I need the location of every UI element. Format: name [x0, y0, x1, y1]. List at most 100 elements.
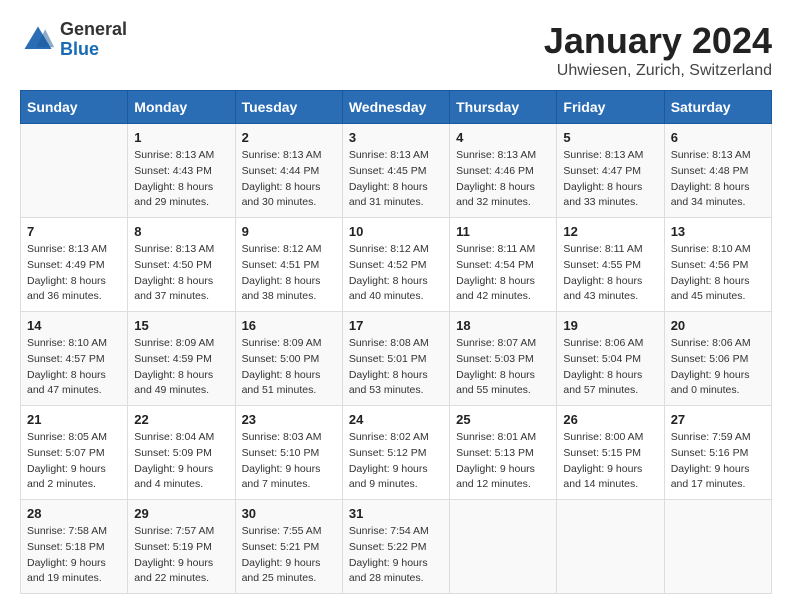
day-info: Sunrise: 8:13 AMSunset: 4:46 PMDaylight:… — [456, 148, 550, 211]
header-monday: Monday — [128, 91, 235, 124]
day-info: Sunrise: 8:13 AMSunset: 4:50 PMDaylight:… — [134, 242, 228, 305]
day-info: Sunrise: 8:01 AMSunset: 5:13 PMDaylight:… — [456, 430, 550, 493]
day-number: 5 — [563, 130, 657, 145]
cell-week3-day6: 20 Sunrise: 8:06 AMSunset: 5:06 PMDaylig… — [664, 312, 771, 406]
day-info: Sunrise: 8:13 AMSunset: 4:45 PMDaylight:… — [349, 148, 443, 211]
day-info: Sunrise: 7:58 AMSunset: 5:18 PMDaylight:… — [27, 524, 121, 587]
header-tuesday: Tuesday — [235, 91, 342, 124]
cell-week5-day4 — [450, 500, 557, 594]
day-number: 19 — [563, 318, 657, 333]
day-number: 25 — [456, 412, 550, 427]
cell-week4-day6: 27 Sunrise: 7:59 AMSunset: 5:16 PMDaylig… — [664, 406, 771, 500]
week-row-3: 14 Sunrise: 8:10 AMSunset: 4:57 PMDaylig… — [21, 312, 772, 406]
week-row-5: 28 Sunrise: 7:58 AMSunset: 5:18 PMDaylig… — [21, 500, 772, 594]
week-row-1: 1 Sunrise: 8:13 AMSunset: 4:43 PMDayligh… — [21, 124, 772, 218]
day-number: 4 — [456, 130, 550, 145]
day-number: 16 — [242, 318, 336, 333]
day-info: Sunrise: 8:09 AMSunset: 5:00 PMDaylight:… — [242, 336, 336, 399]
logo-text: General Blue — [60, 20, 127, 60]
header-thursday: Thursday — [450, 91, 557, 124]
weekday-header-row: Sunday Monday Tuesday Wednesday Thursday… — [21, 91, 772, 124]
header-saturday: Saturday — [664, 91, 771, 124]
day-info: Sunrise: 8:09 AMSunset: 4:59 PMDaylight:… — [134, 336, 228, 399]
week-row-2: 7 Sunrise: 8:13 AMSunset: 4:49 PMDayligh… — [21, 218, 772, 312]
day-number: 28 — [27, 506, 121, 521]
day-info: Sunrise: 8:08 AMSunset: 5:01 PMDaylight:… — [349, 336, 443, 399]
day-number: 13 — [671, 224, 765, 239]
day-number: 18 — [456, 318, 550, 333]
day-number: 3 — [349, 130, 443, 145]
day-info: Sunrise: 7:54 AMSunset: 5:22 PMDaylight:… — [349, 524, 443, 587]
cell-week2-day1: 8 Sunrise: 8:13 AMSunset: 4:50 PMDayligh… — [128, 218, 235, 312]
day-info: Sunrise: 8:12 AMSunset: 4:51 PMDaylight:… — [242, 242, 336, 305]
logo-blue-text: Blue — [60, 40, 127, 60]
day-number: 8 — [134, 224, 228, 239]
day-number: 20 — [671, 318, 765, 333]
page-header: General Blue January 2024 Uhwiesen, Zuri… — [20, 20, 772, 80]
day-number: 27 — [671, 412, 765, 427]
day-number: 29 — [134, 506, 228, 521]
day-info: Sunrise: 8:13 AMSunset: 4:43 PMDaylight:… — [134, 148, 228, 211]
week-row-4: 21 Sunrise: 8:05 AMSunset: 5:07 PMDaylig… — [21, 406, 772, 500]
cell-week1-day2: 2 Sunrise: 8:13 AMSunset: 4:44 PMDayligh… — [235, 124, 342, 218]
logo-icon — [20, 22, 56, 58]
day-number: 2 — [242, 130, 336, 145]
day-number: 21 — [27, 412, 121, 427]
cell-week4-day1: 22 Sunrise: 8:04 AMSunset: 5:09 PMDaylig… — [128, 406, 235, 500]
day-number: 15 — [134, 318, 228, 333]
day-info: Sunrise: 8:10 AMSunset: 4:57 PMDaylight:… — [27, 336, 121, 399]
calendar-table: Sunday Monday Tuesday Wednesday Thursday… — [20, 90, 772, 594]
day-number: 17 — [349, 318, 443, 333]
day-info: Sunrise: 8:13 AMSunset: 4:44 PMDaylight:… — [242, 148, 336, 211]
cell-week4-day2: 23 Sunrise: 8:03 AMSunset: 5:10 PMDaylig… — [235, 406, 342, 500]
day-number: 26 — [563, 412, 657, 427]
day-number: 11 — [456, 224, 550, 239]
title-block: January 2024 Uhwiesen, Zurich, Switzerla… — [544, 20, 772, 80]
cell-week2-day4: 11 Sunrise: 8:11 AMSunset: 4:54 PMDaylig… — [450, 218, 557, 312]
day-number: 12 — [563, 224, 657, 239]
day-number: 7 — [27, 224, 121, 239]
header-wednesday: Wednesday — [342, 91, 449, 124]
day-info: Sunrise: 8:13 AMSunset: 4:49 PMDaylight:… — [27, 242, 121, 305]
cell-week5-day1: 29 Sunrise: 7:57 AMSunset: 5:19 PMDaylig… — [128, 500, 235, 594]
cell-week5-day0: 28 Sunrise: 7:58 AMSunset: 5:18 PMDaylig… — [21, 500, 128, 594]
cell-week1-day3: 3 Sunrise: 8:13 AMSunset: 4:45 PMDayligh… — [342, 124, 449, 218]
cell-week3-day5: 19 Sunrise: 8:06 AMSunset: 5:04 PMDaylig… — [557, 312, 664, 406]
cell-week3-day0: 14 Sunrise: 8:10 AMSunset: 4:57 PMDaylig… — [21, 312, 128, 406]
day-info: Sunrise: 8:10 AMSunset: 4:56 PMDaylight:… — [671, 242, 765, 305]
cell-week2-day3: 10 Sunrise: 8:12 AMSunset: 4:52 PMDaylig… — [342, 218, 449, 312]
cell-week1-day6: 6 Sunrise: 8:13 AMSunset: 4:48 PMDayligh… — [664, 124, 771, 218]
day-number: 6 — [671, 130, 765, 145]
cell-week1-day5: 5 Sunrise: 8:13 AMSunset: 4:47 PMDayligh… — [557, 124, 664, 218]
cell-week3-day3: 17 Sunrise: 8:08 AMSunset: 5:01 PMDaylig… — [342, 312, 449, 406]
cell-week5-day5 — [557, 500, 664, 594]
day-info: Sunrise: 8:03 AMSunset: 5:10 PMDaylight:… — [242, 430, 336, 493]
day-number: 1 — [134, 130, 228, 145]
cell-week4-day5: 26 Sunrise: 8:00 AMSunset: 5:15 PMDaylig… — [557, 406, 664, 500]
cell-week3-day4: 18 Sunrise: 8:07 AMSunset: 5:03 PMDaylig… — [450, 312, 557, 406]
day-info: Sunrise: 8:12 AMSunset: 4:52 PMDaylight:… — [349, 242, 443, 305]
day-info: Sunrise: 7:59 AMSunset: 5:16 PMDaylight:… — [671, 430, 765, 493]
calendar-title: January 2024 — [544, 20, 772, 62]
day-number: 9 — [242, 224, 336, 239]
day-number: 23 — [242, 412, 336, 427]
day-number: 31 — [349, 506, 443, 521]
day-info: Sunrise: 7:55 AMSunset: 5:21 PMDaylight:… — [242, 524, 336, 587]
cell-week5-day3: 31 Sunrise: 7:54 AMSunset: 5:22 PMDaylig… — [342, 500, 449, 594]
header-friday: Friday — [557, 91, 664, 124]
day-info: Sunrise: 8:11 AMSunset: 4:54 PMDaylight:… — [456, 242, 550, 305]
cell-week4-day4: 25 Sunrise: 8:01 AMSunset: 5:13 PMDaylig… — [450, 406, 557, 500]
cell-week3-day1: 15 Sunrise: 8:09 AMSunset: 4:59 PMDaylig… — [128, 312, 235, 406]
cell-week1-day4: 4 Sunrise: 8:13 AMSunset: 4:46 PMDayligh… — [450, 124, 557, 218]
cell-week5-day2: 30 Sunrise: 7:55 AMSunset: 5:21 PMDaylig… — [235, 500, 342, 594]
logo: General Blue — [20, 20, 127, 60]
header-sunday: Sunday — [21, 91, 128, 124]
cell-week2-day6: 13 Sunrise: 8:10 AMSunset: 4:56 PMDaylig… — [664, 218, 771, 312]
day-info: Sunrise: 8:07 AMSunset: 5:03 PMDaylight:… — [456, 336, 550, 399]
day-info: Sunrise: 8:00 AMSunset: 5:15 PMDaylight:… — [563, 430, 657, 493]
day-info: Sunrise: 8:11 AMSunset: 4:55 PMDaylight:… — [563, 242, 657, 305]
day-info: Sunrise: 8:06 AMSunset: 5:06 PMDaylight:… — [671, 336, 765, 399]
day-number: 24 — [349, 412, 443, 427]
cell-week4-day3: 24 Sunrise: 8:02 AMSunset: 5:12 PMDaylig… — [342, 406, 449, 500]
day-info: Sunrise: 8:06 AMSunset: 5:04 PMDaylight:… — [563, 336, 657, 399]
